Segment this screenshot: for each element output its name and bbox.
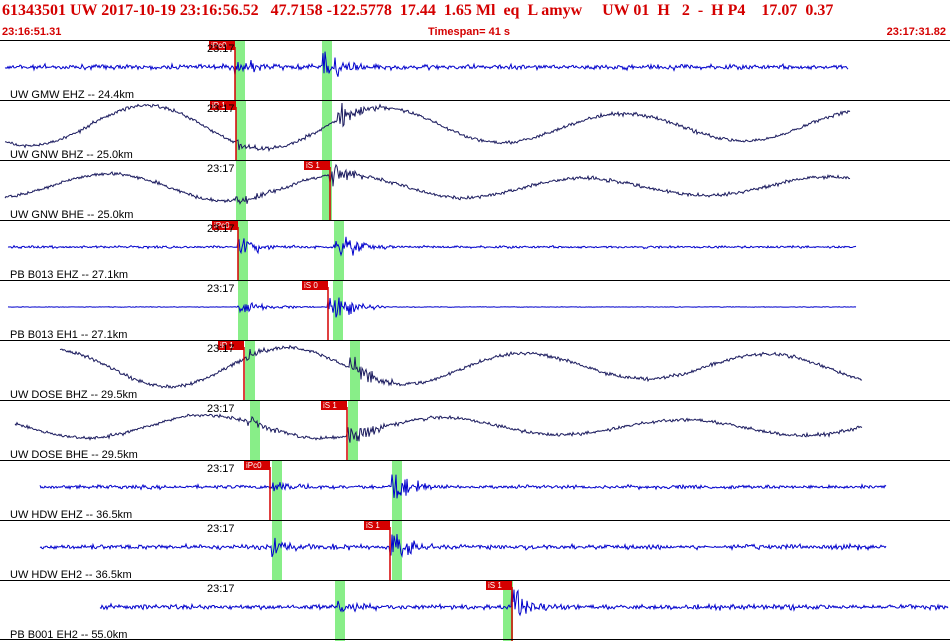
seismogram-plot[interactable]: iS 1 bbox=[0, 581, 950, 641]
trace-panel[interactable]: iPc0 23:17 PB B013 EHZ -- 27.1km bbox=[0, 220, 950, 281]
timespan-label: Timespan= 41 s bbox=[428, 26, 511, 38]
event-header: 61343501 UW 2017-10-19 23:16:56.52 47.71… bbox=[0, 0, 950, 40]
trace-panel[interactable]: iS 1 23:17 UW GNW BHE -- 25.0km bbox=[0, 160, 950, 221]
minute-tick-label: 23:17 bbox=[207, 463, 235, 475]
seismogram-plot[interactable]: iS 1 bbox=[0, 161, 950, 221]
waveform-trace bbox=[7, 297, 857, 318]
phase-window bbox=[333, 281, 343, 341]
end-time: 23:17:31.82 bbox=[886, 26, 946, 38]
pick-label: iS 1 bbox=[488, 581, 502, 590]
trace-panel[interactable]: iS 0 23:17 PB B013 EH1 -- 27.1km bbox=[0, 280, 950, 341]
phase-window bbox=[236, 161, 246, 221]
waveform-trace bbox=[39, 534, 887, 558]
seismogram-plot[interactable]: iS 1 bbox=[0, 401, 950, 461]
phase-window bbox=[250, 401, 260, 461]
phase-window bbox=[238, 221, 248, 281]
seismogram-plot[interactable]: iS 1 bbox=[0, 521, 950, 581]
seismogram-plot[interactable]: iP 1 bbox=[0, 101, 950, 161]
waveform-trace bbox=[7, 236, 857, 257]
minute-tick-label: 23:17 bbox=[207, 343, 235, 355]
seismogram-plot[interactable]: iPc0 bbox=[0, 41, 950, 101]
minute-tick-label: 23:17 bbox=[207, 283, 235, 295]
waveform-trace bbox=[4, 102, 851, 153]
minute-tick-label: 23:17 bbox=[207, 43, 235, 55]
minute-tick-label: 23:17 bbox=[207, 403, 235, 415]
trace-panel[interactable]: iS 1 23:17 UW DOSE BHE -- 29.5km bbox=[0, 400, 950, 461]
phase-window bbox=[236, 101, 246, 161]
waveform-trace bbox=[4, 163, 851, 205]
phase-window bbox=[235, 41, 245, 101]
trace-panel[interactable]: iPc0 23:17 UW GMW EHZ -- 24.4km bbox=[0, 40, 950, 101]
pick-label: iPc0 bbox=[246, 461, 262, 470]
start-time: 23:16:51.31 bbox=[2, 26, 62, 38]
seismogram-plot[interactable]: iP 1 bbox=[0, 341, 950, 401]
waveform-trace bbox=[4, 51, 849, 77]
trace-panel[interactable]: iP 1 23:17 UW DOSE BHZ -- 29.5km bbox=[0, 340, 950, 401]
pick-label: iS 1 bbox=[366, 521, 380, 530]
minute-tick-label: 23:17 bbox=[207, 223, 235, 235]
trace-panel[interactable]: iS 1 23:17 PB B001 EH2 -- 55.0km bbox=[0, 580, 950, 641]
minute-tick-label: 23:17 bbox=[207, 523, 235, 535]
waveform-trace bbox=[14, 413, 863, 443]
pick-label: iS 1 bbox=[323, 401, 337, 410]
pick-label: iS 1 bbox=[306, 161, 320, 170]
minute-tick-label: 23:17 bbox=[207, 163, 235, 175]
seismogram-plot[interactable]: iS 0 bbox=[0, 281, 950, 341]
seismogram-plot[interactable]: iPc0 bbox=[0, 461, 950, 521]
pick-label: iS 0 bbox=[304, 281, 318, 290]
phase-window bbox=[322, 101, 332, 161]
minute-tick-label: 23:17 bbox=[207, 583, 235, 595]
phase-window bbox=[350, 341, 360, 401]
waveform-trace bbox=[59, 344, 863, 389]
event-title: 61343501 UW 2017-10-19 23:16:56.52 47.71… bbox=[2, 2, 834, 19]
waveform-trace bbox=[39, 474, 887, 499]
seismogram-plot[interactable]: iPc0 bbox=[0, 221, 950, 281]
trace-panel[interactable]: iP 1 23:17 UW GNW BHZ -- 25.0km bbox=[0, 100, 950, 161]
trace-panel[interactable]: iPc0 23:17 UW HDW EHZ -- 36.5km bbox=[0, 460, 950, 521]
trace-panel[interactable]: iS 1 23:17 UW HDW EH2 -- 36.5km bbox=[0, 520, 950, 581]
phase-window bbox=[348, 401, 358, 461]
minute-tick-label: 23:17 bbox=[207, 103, 235, 115]
